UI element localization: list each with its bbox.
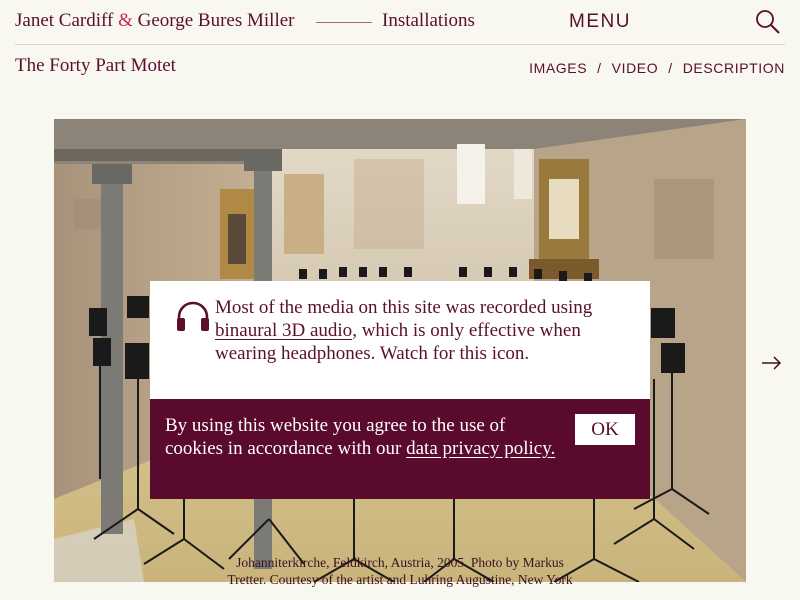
binaural-audio-link[interactable]: binaural 3D audio [215,320,352,341]
headphones-notice: Most of the media on this site was recor… [150,281,650,399]
notice-text-start: Most of the media on this site was recor… [215,297,593,318]
header-bottom-rule [15,44,785,45]
arrow-right-icon[interactable] [758,350,784,376]
notice-text: Most of the media on this site was recor… [215,296,640,365]
header-divider [316,22,372,23]
work-subnav: IMAGES / VIDEO / DESCRIPTION [529,60,785,76]
menu-button[interactable]: MENU [569,11,631,33]
artist-name-first: Janet Cardiff [15,10,114,31]
artist-name-second: George Bures Miller [137,10,295,31]
subnav-separator: / [597,60,602,76]
ampersand: & [118,10,133,31]
site-header: Janet Cardiff & George Bures Miller Inst… [0,0,800,45]
search-icon[interactable] [755,9,781,35]
headphones-icon [175,299,211,333]
tab-video[interactable]: VIDEO [612,60,659,76]
work-title: The Forty Part Motet [15,55,176,76]
photo-caption: Johanniterkirche, Feldkirch, Austria, 20… [227,555,573,587]
subnav-separator: / [668,60,673,76]
tab-description[interactable]: DESCRIPTION [683,60,785,76]
site-title[interactable]: Janet Cardiff & George Bures Miller [15,10,294,32]
tab-images[interactable]: IMAGES [529,60,587,76]
cookie-text: By using this website you agree to the u… [165,414,560,460]
cookie-banner: By using this website you agree to the u… [150,399,650,499]
privacy-policy-link[interactable]: data privacy policy. [406,438,555,459]
cookie-ok-button[interactable]: OK [575,414,635,445]
section-link-installations[interactable]: Installations [382,10,475,32]
